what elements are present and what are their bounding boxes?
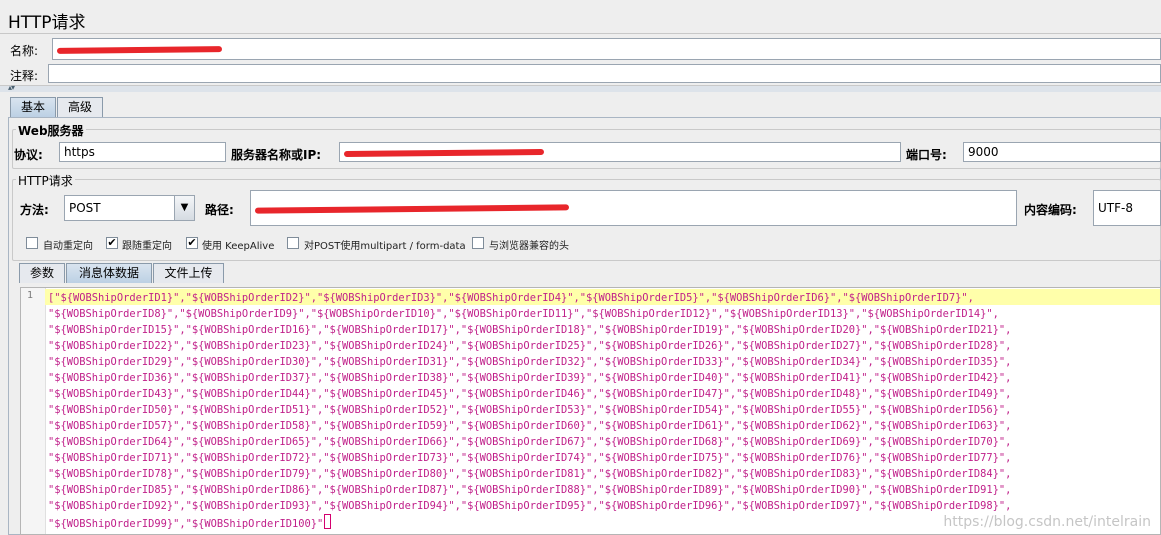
- encoding-label: 内容编码:: [1024, 203, 1077, 217]
- redaction-mark: [343, 148, 545, 158]
- protocol-label: 协议:: [14, 148, 43, 162]
- port-label: 端口号:: [906, 148, 947, 162]
- encoding-input[interactable]: UTF-8: [1093, 190, 1161, 226]
- follow-redirect-checkbox[interactable]: ✔: [106, 237, 118, 249]
- line-number: 1: [27, 290, 34, 301]
- watermark: https://blog.csdn.net/intelrain: [943, 514, 1151, 530]
- redaction-mark: [56, 46, 223, 54]
- server-label: 服务器名称或IP:: [231, 148, 322, 162]
- comment-input[interactable]: [48, 64, 1161, 83]
- web-server-group-label: Web服务器: [16, 122, 86, 139]
- code-line: "${WOBShipOrderID64}","${WOBShipOrderID6…: [48, 436, 1012, 448]
- tab-parameters[interactable]: 参数: [19, 263, 65, 283]
- code-line: "${WOBShipOrderID57}","${WOBShipOrderID5…: [48, 420, 1012, 432]
- line-number-gutter: 1: [21, 288, 46, 534]
- splitter[interactable]: ▴▾: [0, 83, 1161, 92]
- code-line: "${WOBShipOrderID99}","${WOBShipOrderID1…: [48, 514, 1011, 532]
- code-line: "${WOBShipOrderID71}","${WOBShipOrderID7…: [48, 452, 1012, 464]
- method-value: POST: [69, 201, 101, 215]
- auto-redirect-checkbox[interactable]: [26, 237, 38, 249]
- code-line: ["${WOBShipOrderID1}","${WOBShipOrderID2…: [48, 292, 974, 304]
- code-line: "${WOBShipOrderID92}","${WOBShipOrderID9…: [48, 500, 1012, 512]
- code-line: "${WOBShipOrderID85}","${WOBShipOrderID8…: [48, 484, 1012, 496]
- port-input[interactable]: 9000: [963, 142, 1161, 162]
- code-line: "${WOBShipOrderID15}","${WOBShipOrderID1…: [48, 324, 1012, 336]
- multipart-label: 对POST使用multipart / form-data: [304, 241, 466, 252]
- chevron-down-icon[interactable]: ▼: [174, 196, 194, 220]
- server-input[interactable]: [339, 142, 901, 162]
- path-input[interactable]: [250, 190, 1017, 226]
- divider: [0, 33, 1161, 34]
- tab-basic[interactable]: 基本: [10, 97, 56, 117]
- keepalive-checkbox[interactable]: ✔: [186, 237, 198, 249]
- collapse-arrows-icon[interactable]: ▴▾: [8, 83, 15, 92]
- code-line: "${WOBShipOrderID78}","${WOBShipOrderID7…: [48, 468, 1012, 480]
- name-input[interactable]: [52, 38, 1161, 60]
- comment-label: 注释:: [10, 69, 39, 83]
- multipart-checkbox[interactable]: [287, 237, 299, 249]
- text-cursor: [324, 514, 332, 529]
- browser-headers-checkbox[interactable]: [472, 237, 484, 249]
- method-label: 方法:: [20, 203, 49, 217]
- keepalive-label: 使用 KeepAlive: [202, 241, 275, 252]
- tab-body-data[interactable]: 消息体数据: [66, 263, 152, 283]
- browser-headers-label: 与浏览器兼容的头: [489, 241, 569, 252]
- code-line: "${WOBShipOrderID8}","${WOBShipOrderID9}…: [48, 308, 999, 320]
- auto-redirect-label: 自动重定向: [43, 241, 93, 252]
- method-select[interactable]: POST ▼: [64, 195, 195, 221]
- code-line: "${WOBShipOrderID43}","${WOBShipOrderID4…: [48, 388, 1012, 400]
- protocol-input[interactable]: https: [59, 142, 226, 162]
- tab-advanced[interactable]: 高级: [57, 97, 103, 117]
- redaction-mark: [254, 204, 570, 214]
- follow-redirect-label: 跟随重定向: [122, 241, 172, 252]
- code-line: "${WOBShipOrderID29}","${WOBShipOrderID3…: [48, 356, 1012, 368]
- panel-title: HTTP请求: [8, 13, 86, 33]
- code-line: "${WOBShipOrderID22}","${WOBShipOrderID2…: [48, 340, 1012, 352]
- code-line: "${WOBShipOrderID36}","${WOBShipOrderID3…: [48, 372, 1012, 384]
- path-label: 路径:: [205, 203, 234, 217]
- http-request-group-label: HTTP请求: [16, 172, 75, 189]
- tab-file-upload[interactable]: 文件上传: [153, 263, 224, 283]
- name-label: 名称:: [10, 44, 39, 58]
- code-text[interactable]: ["${WOBShipOrderID1}","${WOBShipOrderID2…: [48, 290, 1011, 532]
- code-line: "${WOBShipOrderID50}","${WOBShipOrderID5…: [48, 404, 1012, 416]
- body-data-editor[interactable]: 1 ["${WOBShipOrderID1}","${WOBShipOrderI…: [20, 287, 1161, 535]
